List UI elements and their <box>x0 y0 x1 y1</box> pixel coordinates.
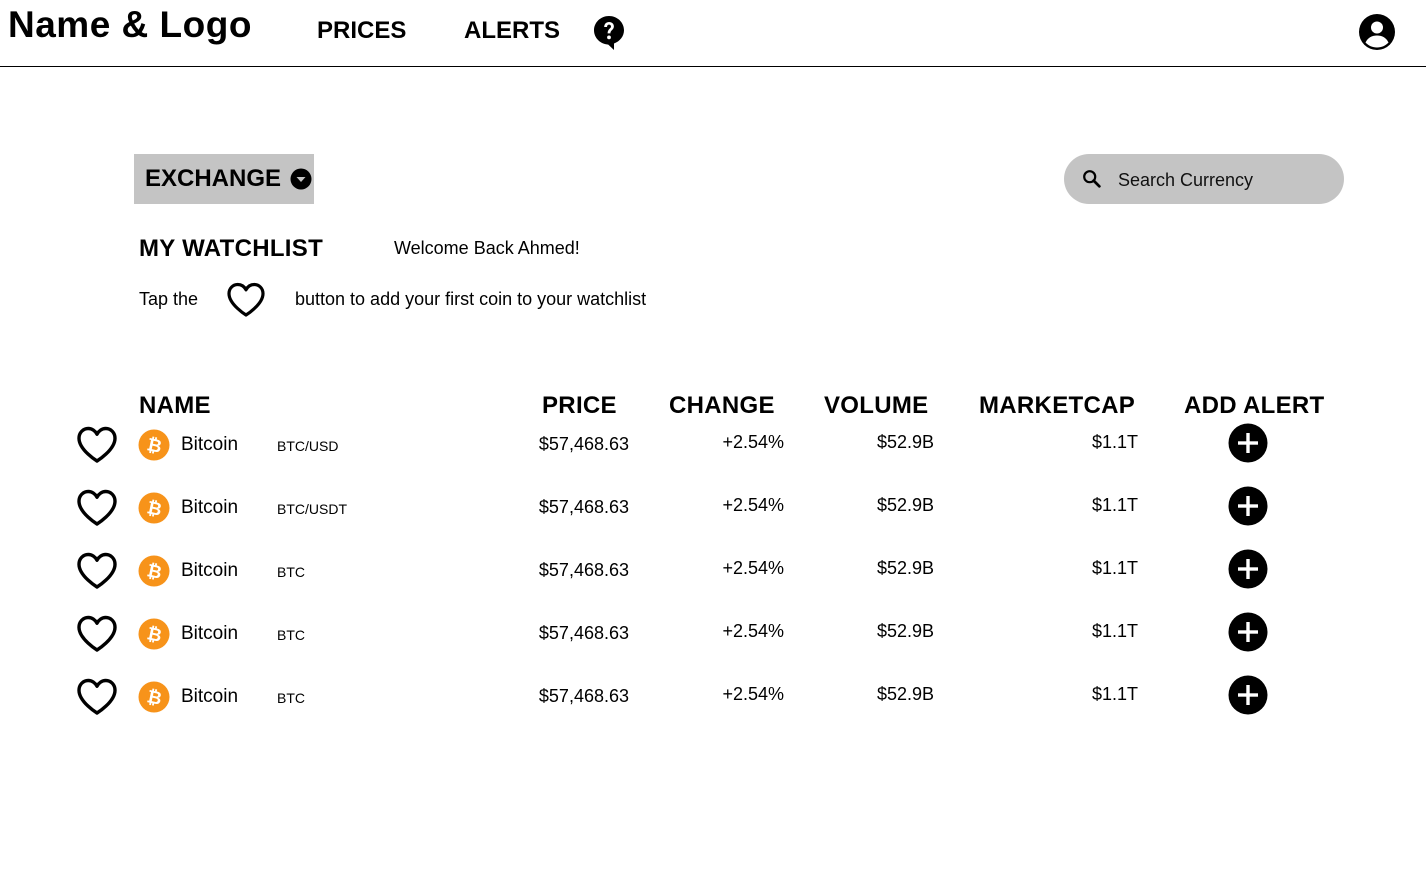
heart-icon[interactable] <box>76 677 118 717</box>
heart-icon[interactable] <box>76 614 118 654</box>
price-value: $57,468.63 <box>538 560 629 580</box>
change-value: +2.54% <box>722 684 784 704</box>
column-header-name: NAME <box>139 392 211 419</box>
add-alert-icon[interactable] <box>1228 423 1268 463</box>
table-row: ₿ Bitcoin BTC $57,468.63 +2.54% $52.9B $… <box>0 671 1426 731</box>
volume-value: $52.9B <box>876 558 934 578</box>
coin-name: Bitcoin <box>181 623 239 644</box>
volume-value: $52.9B <box>876 432 934 452</box>
column-header-volume: VOLUME <box>824 392 929 419</box>
price-value: $57,468.63 <box>538 434 629 454</box>
marketcap-value: $1.1T <box>1091 495 1138 515</box>
exchange-dropdown[interactable]: EXCHANGE <box>134 154 314 204</box>
column-header-change: CHANGE <box>669 392 775 419</box>
search-bar[interactable] <box>1064 154 1344 204</box>
welcome-message: Welcome Back Ahmed! <box>394 238 580 258</box>
change-value: +2.54% <box>722 432 784 452</box>
coin-name: Bitcoin <box>181 560 239 581</box>
search-input[interactable] <box>1116 164 1330 196</box>
bitcoin-icon: ₿ <box>138 618 170 650</box>
account-icon[interactable] <box>1358 13 1396 51</box>
chevron-down-icon <box>290 168 312 190</box>
change-value: +2.54% <box>722 495 784 515</box>
trading-pair: BTC <box>277 690 305 706</box>
price-value: $57,468.63 <box>538 497 629 517</box>
top-navigation-bar: Name & Logo PRICES ALERTS <box>0 0 1426 67</box>
heart-icon[interactable] <box>76 488 118 528</box>
table-row: ₿ Bitcoin BTC/USD $57,468.63 +2.54% $52.… <box>0 419 1426 479</box>
coin-name: Bitcoin <box>181 686 239 707</box>
price-value: $57,468.63 <box>538 686 629 706</box>
column-header-add-alert: ADD ALERT <box>1184 392 1325 419</box>
bitcoin-icon: ₿ <box>138 492 170 524</box>
add-alert-icon[interactable] <box>1228 549 1268 589</box>
nav-alerts[interactable]: ALERTS <box>464 17 560 45</box>
column-header-price: PRICE <box>542 392 617 419</box>
add-alert-icon[interactable] <box>1228 675 1268 715</box>
watchlist-hint-prefix: Tap the <box>139 289 199 309</box>
volume-value: $52.9B <box>876 495 934 515</box>
bitcoin-icon: ₿ <box>138 429 170 461</box>
heart-icon[interactable] <box>76 425 118 465</box>
nav-prices[interactable]: PRICES <box>317 17 406 45</box>
coin-name: Bitcoin <box>181 497 239 518</box>
volume-value: $52.9B <box>876 621 934 641</box>
add-alert-icon[interactable] <box>1228 486 1268 526</box>
heart-icon[interactable] <box>76 551 118 591</box>
table-row: ₿ Bitcoin BTC $57,468.63 +2.54% $52.9B $… <box>0 545 1426 605</box>
watchlist-title: MY WATCHLIST <box>139 235 324 262</box>
trading-pair: BTC <box>277 564 305 580</box>
help-icon[interactable] <box>593 15 625 51</box>
change-value: +2.54% <box>722 621 784 641</box>
heart-icon <box>227 282 265 317</box>
table-row: ₿ Bitcoin BTC/USDT $57,468.63 +2.54% $52… <box>0 482 1426 542</box>
add-alert-icon[interactable] <box>1228 612 1268 652</box>
change-value: +2.54% <box>722 558 784 578</box>
price-value: $57,468.63 <box>538 623 629 643</box>
marketcap-value: $1.1T <box>1091 558 1138 578</box>
exchange-dropdown-label: EXCHANGE <box>145 165 282 192</box>
trading-pair: BTC <box>277 627 305 643</box>
marketcap-value: $1.1T <box>1091 684 1138 704</box>
column-header-marketcap: MARKETCAP <box>979 392 1136 419</box>
trading-pair: BTC/USDT <box>277 501 347 517</box>
bitcoin-icon: ₿ <box>138 681 170 713</box>
search-icon <box>1083 170 1101 188</box>
bitcoin-icon: ₿ <box>138 555 170 587</box>
trading-pair: BTC/USD <box>277 438 339 454</box>
marketcap-value: $1.1T <box>1091 432 1138 452</box>
brand-logo[interactable]: Name & Logo <box>8 4 252 46</box>
watchlist-hint-suffix: button to add your first coin to your wa… <box>295 289 647 309</box>
marketcap-value: $1.1T <box>1091 621 1138 641</box>
volume-value: $52.9B <box>876 684 934 704</box>
coin-name: Bitcoin <box>181 434 239 455</box>
table-row: ₿ Bitcoin BTC $57,468.63 +2.54% $52.9B $… <box>0 608 1426 668</box>
